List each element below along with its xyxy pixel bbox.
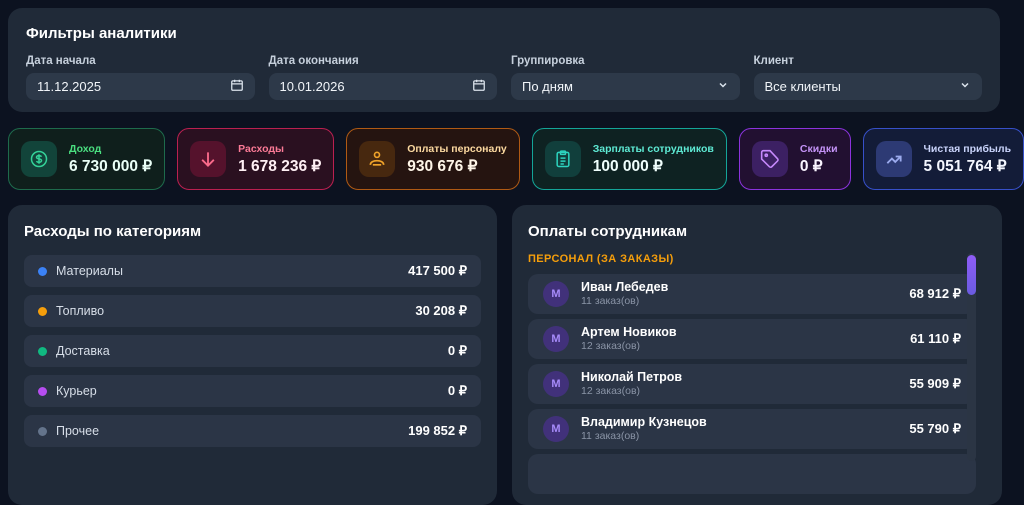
stat-card-net-profit: Чистая прибыль 5 051 764 ₽: [862, 128, 1024, 190]
employee-payment: 68 912 ₽: [909, 286, 961, 301]
employee-payment: 55 790 ₽: [909, 421, 961, 436]
client-value: Все клиенты: [764, 79, 841, 94]
category-label: Материалы: [56, 264, 123, 278]
scrollbar-track[interactable]: [967, 253, 976, 461]
client-select[interactable]: Все клиенты: [753, 73, 982, 100]
worker-icon: [359, 141, 396, 177]
stat-value: 5 051 764 ₽: [923, 157, 1007, 175]
category-value: 30 208 ₽: [415, 303, 467, 318]
employee-row: М Владимир Кузнецов 11 заказ(ов) 55 790 …: [528, 409, 976, 449]
employee-name: Владимир Кузнецов: [581, 414, 707, 429]
avatar: М: [543, 371, 569, 397]
stat-value: 0 ₽: [799, 157, 823, 175]
category-dot: [38, 386, 47, 396]
category-dot: [38, 346, 47, 356]
employee-name: Артем Новиков: [581, 324, 677, 339]
category-row-other: Прочее 199 852 ₽: [24, 415, 481, 447]
trending-up-icon: [875, 141, 912, 177]
grouping-value: По дням: [522, 79, 573, 94]
end-date-input[interactable]: 10.01.2026: [268, 73, 497, 100]
start-date-input[interactable]: 11.12.2025: [26, 73, 255, 100]
start-date-field: Дата начала 11.12.2025: [26, 55, 255, 100]
employee-payments-panel: Оплаты сотрудникам ПЕРСОНАЛ (ЗА ЗАКАЗЫ) …: [512, 205, 1002, 505]
category-value: 0 ₽: [447, 343, 467, 358]
expenses-panel-title: Расходы по категориям: [24, 223, 202, 240]
stat-value: 6 730 000 ₽: [69, 157, 153, 175]
arrow-down-icon: [190, 141, 227, 177]
stat-label: Зарплаты сотрудников: [592, 142, 714, 155]
scrollbar-thumb[interactable]: [967, 255, 976, 295]
category-dot: [38, 306, 47, 316]
chevron-down-icon: [959, 79, 971, 94]
category-label: Курьер: [56, 384, 97, 398]
employee-orders: 12 заказ(ов): [581, 385, 641, 398]
employee-name: Николай Петров: [581, 369, 683, 384]
avatar: М: [543, 416, 569, 442]
dollar-circle-icon: [21, 141, 57, 177]
category-label: Топливо: [56, 304, 105, 318]
employee-payment: 55 909 ₽: [909, 376, 961, 391]
employee-orders: 11 заказ(ов): [581, 430, 640, 443]
category-value: 0 ₽: [447, 383, 467, 398]
clipboard-icon: [544, 141, 581, 177]
grouping-select[interactable]: По дням: [511, 73, 740, 100]
personnel-section-label: ПЕРСОНАЛ (ЗА ЗАКАЗЫ): [528, 253, 674, 265]
end-date-label: Дата окончания: [268, 55, 359, 67]
start-date-value: 11.12.2025: [37, 79, 102, 94]
category-row-courier: Курьер 0 ₽: [24, 375, 481, 407]
category-row-fuel: Топливо 30 208 ₽: [24, 295, 481, 327]
calendar-icon: [230, 78, 244, 95]
category-dot: [38, 266, 47, 276]
avatar: М: [543, 281, 569, 307]
end-date-value: 10.01.2026: [279, 79, 345, 94]
avatar: М: [543, 326, 569, 352]
payments-panel-title: Оплаты сотрудникам: [528, 223, 688, 240]
grouping-label: Группировка: [511, 55, 585, 67]
category-label: Доставка: [56, 344, 110, 358]
stat-card-discounts: Скидки 0 ₽: [738, 128, 851, 190]
stat-value: 1 678 236 ₽: [238, 157, 322, 175]
filters-panel: Фильтры аналитики Дата начала 11.12.2025…: [8, 8, 1000, 112]
client-field: Клиент Все клиенты: [753, 55, 982, 100]
employee-name: Иван Лебедев: [581, 279, 669, 294]
expenses-by-category-panel: Расходы по категориям Материалы 417 500 …: [8, 205, 497, 505]
grouping-field: Группировка По дням: [511, 55, 740, 100]
employee-orders: 12 заказ(ов): [581, 340, 641, 353]
employee-row-partial: [528, 454, 976, 494]
stats-row: Доход 6 730 000 ₽ Расходы 1 678 236 ₽ Оп…: [8, 128, 1024, 190]
employee-list: М Иван Лебедев 11 заказ(ов) 68 912 ₽ М А…: [528, 274, 976, 494]
employee-row: М Артем Новиков 12 заказ(ов) 61 110 ₽: [528, 319, 976, 359]
employee-row: М Иван Лебедев 11 заказ(ов) 68 912 ₽: [528, 274, 976, 314]
category-dot: [38, 426, 47, 436]
stat-card-income: Доход 6 730 000 ₽: [8, 128, 166, 190]
stat-card-staff-payments: Оплаты персоналу 930 676 ₽: [346, 128, 520, 190]
stat-card-expenses: Расходы 1 678 236 ₽: [177, 128, 335, 190]
stat-label: Доход: [69, 142, 102, 155]
stat-label: Расходы: [238, 142, 285, 155]
end-date-field: Дата окончания 10.01.2026: [268, 55, 497, 100]
stat-value: 930 676 ₽: [407, 157, 478, 175]
stat-value: 100 000 ₽: [592, 157, 663, 175]
stat-label: Чистая прибыль: [923, 142, 1012, 155]
category-row-delivery: Доставка 0 ₽: [24, 335, 481, 367]
client-label: Клиент: [753, 55, 794, 67]
tag-icon: [751, 141, 788, 177]
stat-label: Оплаты персоналу: [407, 142, 507, 155]
stat-card-salaries: Зарплаты сотрудников 100 000 ₽: [531, 128, 727, 190]
category-value: 199 852 ₽: [408, 423, 467, 438]
filters-title: Фильтры аналитики: [26, 25, 177, 42]
stat-label: Скидки: [799, 142, 838, 155]
category-row-materials: Материалы 417 500 ₽: [24, 255, 481, 287]
chevron-down-icon: [717, 79, 729, 94]
employee-payment: 61 110 ₽: [910, 331, 961, 346]
employee-row: М Николай Петров 12 заказ(ов) 55 909 ₽: [528, 364, 976, 404]
calendar-icon: [472, 78, 486, 95]
category-label: Прочее: [56, 424, 100, 438]
employee-orders: 11 заказ(ов): [581, 295, 640, 308]
start-date-label: Дата начала: [26, 55, 96, 67]
filters-grid: Дата начала 11.12.2025 Дата окончания 10…: [26, 55, 982, 100]
category-value: 417 500 ₽: [408, 263, 467, 278]
